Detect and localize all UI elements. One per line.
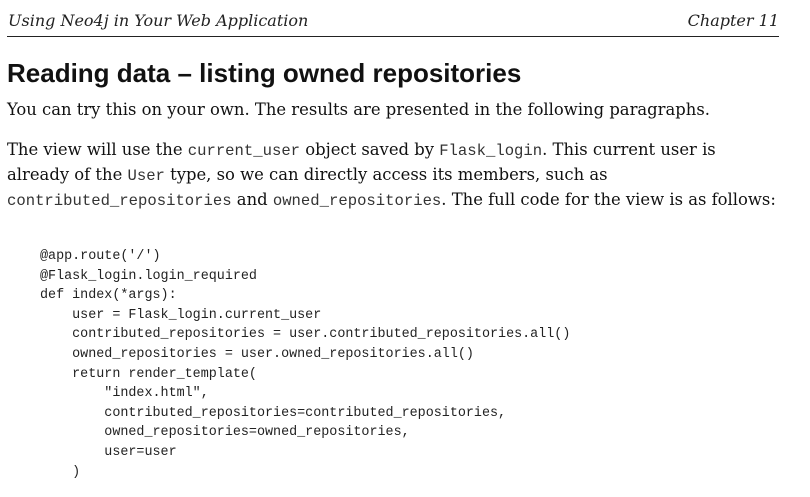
code-line: @app.route('/') bbox=[40, 249, 161, 264]
code-line: return render_template( bbox=[40, 366, 257, 382]
chapter-label: Chapter 11 bbox=[687, 11, 779, 30]
code-line: contributed_repositories=contributed_rep… bbox=[40, 405, 507, 421]
inline-code-contributed-repositories: contributed_repositories bbox=[7, 192, 232, 210]
code-block: @app.route('/') @Flask_login.login_requir… bbox=[40, 247, 570, 482]
code-line: owned_repositories = user.owned_reposito… bbox=[40, 346, 474, 362]
paragraph-text: type, so we can directly access its memb… bbox=[164, 165, 608, 184]
book-page: Using Neo4j in Your Web Application Chap… bbox=[7, 0, 779, 480]
inline-code-owned-repositories: owned_repositories bbox=[272, 192, 442, 210]
code-line: owned_repositories=owned_repositories, bbox=[40, 425, 410, 441]
inline-code-flask-login: Flask_login bbox=[439, 142, 543, 160]
inline-code-current-user: current_user bbox=[187, 142, 301, 160]
section-title: Reading data – listing owned repositorie… bbox=[7, 58, 522, 88]
code-line: "index.html", bbox=[40, 386, 209, 402]
paragraph-text: and bbox=[231, 190, 273, 209]
intro-paragraph: You can try this on your own. The result… bbox=[7, 100, 710, 119]
code-line: ) bbox=[40, 464, 81, 480]
code-line: user=user bbox=[40, 444, 177, 460]
paragraph-text: . The full code for the view is as follo… bbox=[441, 190, 776, 209]
code-line: @Flask_login.login_required bbox=[40, 268, 257, 284]
running-header: Using Neo4j in Your Web Application Chap… bbox=[7, 0, 779, 37]
view-description-paragraph: The view will use the current_user objec… bbox=[7, 138, 779, 213]
paragraph-text: The view will use the bbox=[7, 140, 188, 159]
code-line: def index(*args): bbox=[40, 288, 177, 304]
code-line: contributed_repositories = user.contribu… bbox=[40, 327, 571, 343]
code-line: user = Flask_login.current_user bbox=[40, 307, 322, 323]
inline-code-user: User bbox=[127, 167, 165, 185]
paragraph-text: object saved by bbox=[300, 140, 440, 159]
book-title: Using Neo4j in Your Web Application bbox=[8, 11, 309, 30]
